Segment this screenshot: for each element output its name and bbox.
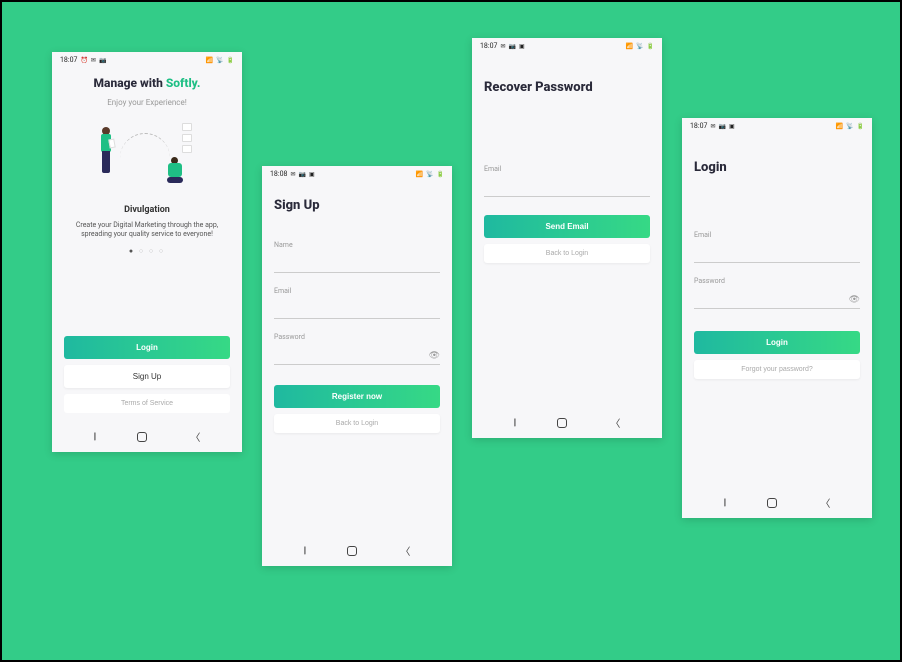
home-icon[interactable] [557, 418, 567, 428]
password-field: Password 👁 [274, 333, 440, 365]
wifi-icon: 📡 [846, 123, 853, 130]
camera-icon: 📷 [508, 43, 515, 50]
eye-icon[interactable]: 👁 [849, 295, 860, 305]
email-field: Email [484, 165, 650, 197]
home-icon[interactable] [347, 546, 357, 556]
camera-icon: 📷 [99, 57, 106, 64]
name-input[interactable] [274, 255, 440, 273]
email-field: Email [694, 231, 860, 263]
recents-icon[interactable]: ||| [724, 498, 725, 508]
message-icon: ✉ [500, 43, 505, 50]
password-label: Password [274, 333, 440, 341]
status-time: 18:08 [270, 170, 287, 178]
page-indicator[interactable]: ● ○ ○ ○ [64, 247, 230, 255]
wifi-icon: 📡 [636, 43, 643, 50]
signup-screen: 18:08 ✉ 📷 ▣ 📶 📡 🔋 Sign Up Name Email Pas… [262, 166, 452, 566]
password-field: Password 👁 [694, 277, 860, 309]
wifi-icon: 📡 [216, 57, 223, 64]
status-bar: 18:08 ✉ 📷 ▣ 📶 📡 🔋 [262, 166, 452, 180]
cast-icon: ▣ [729, 123, 735, 130]
message-icon: ✉ [290, 171, 295, 178]
android-nav-bar: ||| 〈 [472, 407, 662, 438]
recents-icon[interactable]: ||| [94, 432, 95, 442]
android-nav-bar: ||| 〈 [52, 421, 242, 452]
email-field: Email [274, 287, 440, 319]
back-icon[interactable]: 〈 [820, 495, 830, 510]
message-icon: ✉ [91, 57, 96, 64]
cast-icon: ▣ [309, 171, 315, 178]
email-label: Email [274, 287, 440, 295]
section-title: Divulgation [64, 205, 230, 215]
back-to-login-button[interactable]: Back to Login [274, 414, 440, 433]
password-label: Password [694, 277, 860, 285]
camera-icon: 📷 [298, 171, 305, 178]
cast-icon: ▣ [519, 43, 525, 50]
back-icon[interactable]: 〈 [610, 415, 620, 430]
login-button[interactable]: Login [694, 331, 860, 354]
signup-button[interactable]: Sign Up [64, 365, 230, 388]
status-bar: 18:07 ⏰ ✉ 📷 📶 📡 🔋 [52, 52, 242, 66]
home-icon[interactable] [767, 498, 777, 508]
forgot-password-button[interactable]: Forgot your password? [694, 360, 860, 379]
status-bar: 18:07 ✉ 📷 ▣ 📶 📡 🔋 [682, 118, 872, 132]
onboarding-title: Manage with Softly. [64, 76, 230, 90]
message-icon: ✉ [710, 123, 715, 130]
tos-button[interactable]: Terms of Service [64, 394, 230, 413]
onboarding-illustration [92, 119, 202, 189]
status-time: 18:07 [480, 42, 497, 50]
page-title: Sign Up [274, 198, 440, 213]
send-email-button[interactable]: Send Email [484, 215, 650, 238]
android-nav-bar: ||| 〈 [682, 487, 872, 518]
name-field: Name [274, 241, 440, 273]
status-time: 18:07 [690, 122, 707, 130]
password-input[interactable] [694, 291, 860, 309]
email-input[interactable] [274, 301, 440, 319]
name-label: Name [274, 241, 440, 249]
battery-icon: 🔋 [227, 57, 234, 64]
email-label: Email [484, 165, 650, 173]
email-input[interactable] [694, 245, 860, 263]
signal-icon: 📶 [416, 171, 423, 178]
register-button[interactable]: Register now [274, 385, 440, 408]
section-description: Create your Digital Marketing through th… [64, 221, 230, 239]
login-button[interactable]: Login [64, 336, 230, 359]
eye-icon[interactable]: 👁 [429, 351, 440, 361]
status-time: 18:07 [60, 56, 77, 64]
back-icon[interactable]: 〈 [190, 429, 200, 444]
back-to-login-button[interactable]: Back to Login [484, 244, 650, 263]
recover-screen: 18:07 ✉ 📷 ▣ 📶 📡 🔋 Recover Password Email… [472, 38, 662, 438]
signal-icon: 📶 [836, 123, 843, 130]
battery-icon: 🔋 [857, 123, 864, 130]
password-input[interactable] [274, 347, 440, 365]
alarm-icon: ⏰ [80, 57, 87, 64]
recents-icon[interactable]: ||| [304, 546, 305, 556]
camera-icon: 📷 [718, 123, 725, 130]
status-bar: 18:07 ✉ 📷 ▣ 📶 📡 🔋 [472, 38, 662, 52]
onboarding-screen: 18:07 ⏰ ✉ 📷 📶 📡 🔋 Manage with Softly. En… [52, 52, 242, 452]
onboarding-subtitle: Enjoy your Experience! [64, 98, 230, 107]
back-icon[interactable]: 〈 [400, 543, 410, 558]
battery-icon: 🔋 [437, 171, 444, 178]
email-input[interactable] [484, 179, 650, 197]
login-screen: 18:07 ✉ 📷 ▣ 📶 📡 🔋 Login Email Password 👁… [682, 118, 872, 518]
page-title: Login [694, 160, 860, 175]
email-label: Email [694, 231, 860, 239]
recents-icon[interactable]: ||| [514, 418, 515, 428]
signal-icon: 📶 [626, 43, 633, 50]
home-icon[interactable] [137, 432, 147, 442]
signal-icon: 📶 [206, 57, 213, 64]
wifi-icon: 📡 [426, 171, 433, 178]
android-nav-bar: ||| 〈 [262, 535, 452, 566]
page-title: Recover Password [484, 80, 650, 95]
battery-icon: 🔋 [647, 43, 654, 50]
